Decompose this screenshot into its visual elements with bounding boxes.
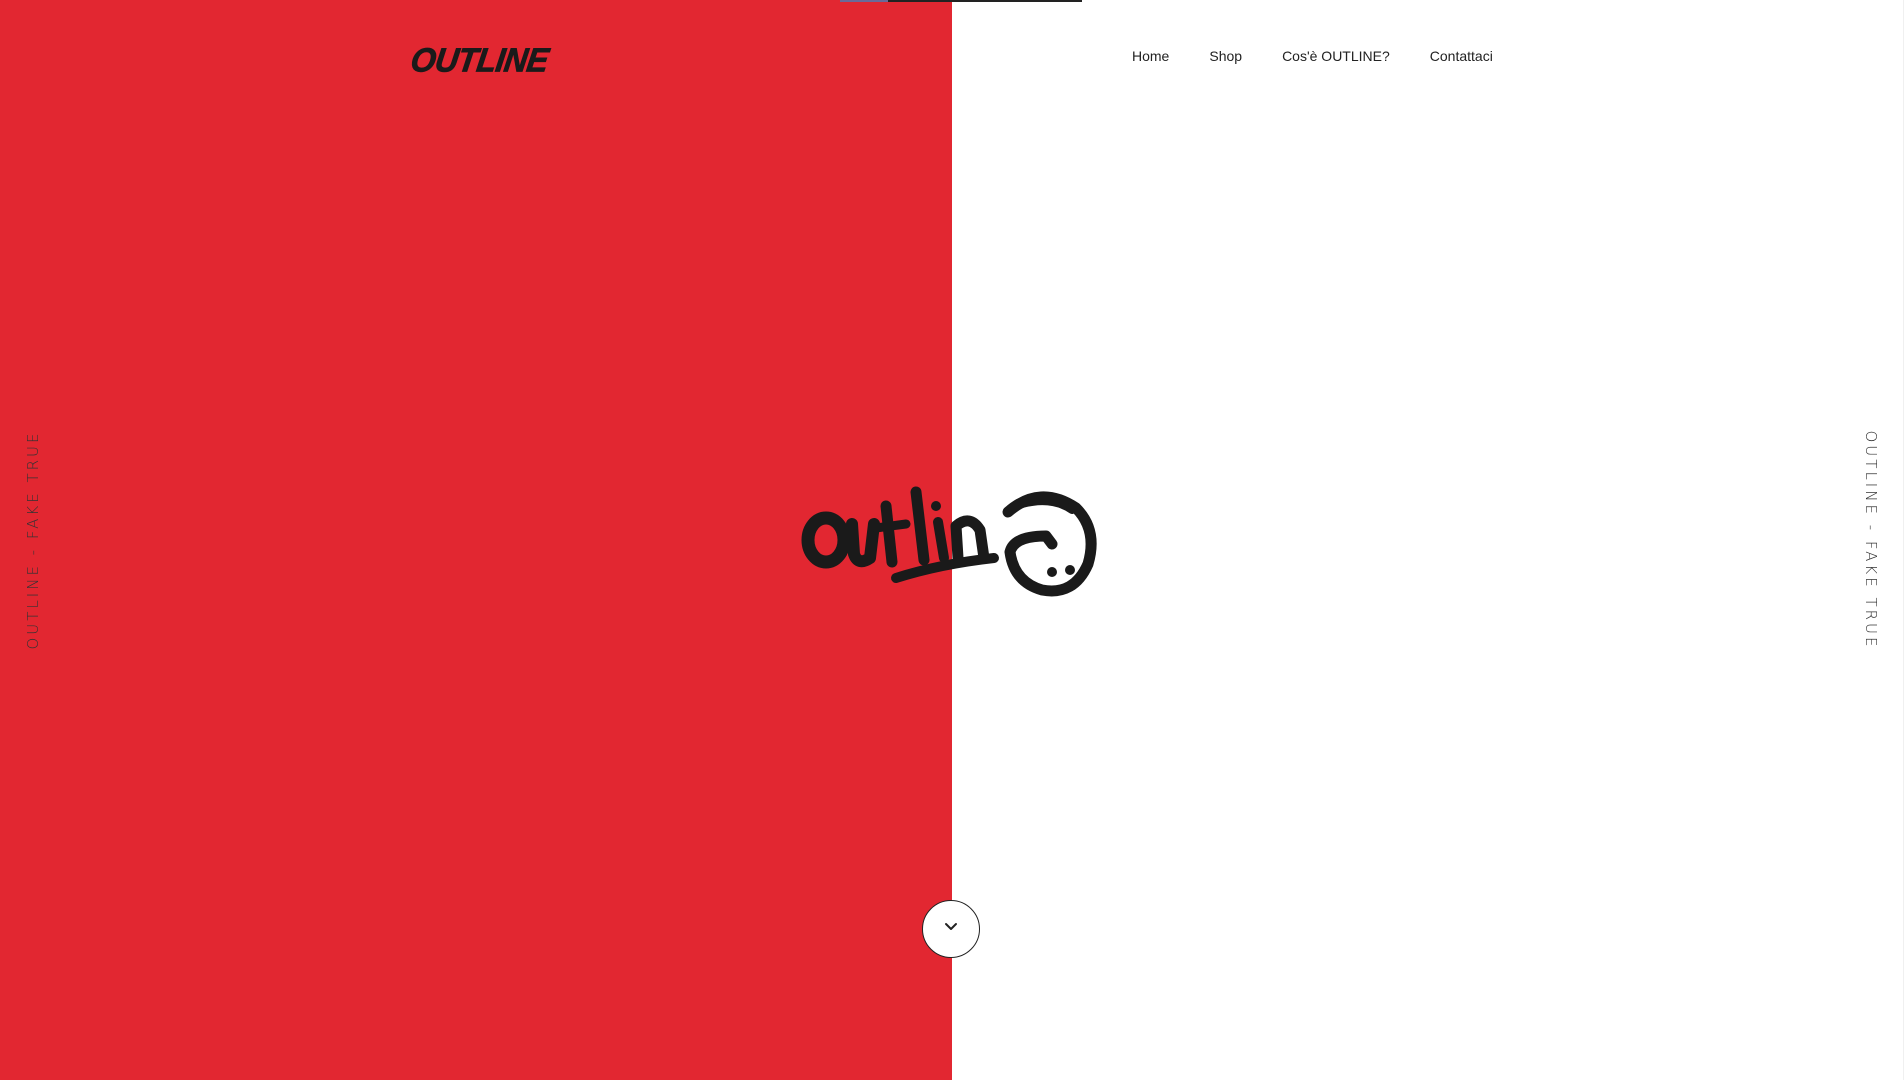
loading-bar-progress [840,0,888,2]
chevron-down-icon [945,923,957,930]
nav-about[interactable]: Cos'è OUTLINE? [1282,44,1390,68]
side-tagline-right: OUTLINE - FAKE TRUE [1862,430,1880,650]
nav-shop[interactable]: Shop [1209,44,1242,68]
scroll-down-button[interactable] [922,900,980,958]
graffiti-logo-icon [801,486,1097,597]
hero-graffiti-logo [800,478,1104,606]
nav-home[interactable]: Home [1132,44,1169,68]
page: OUTLINE Home Shop Cos'è OUTLINE? Contatt… [0,0,1904,1080]
nav-contact[interactable]: Contattaci [1430,44,1493,68]
brand-logo[interactable]: OUTLINE [408,40,551,80]
brand-logo-text: OUTLINE [408,40,551,79]
side-tagline-left: OUTLINE - FAKE TRUE [24,430,42,650]
main-nav: Home Shop Cos'è OUTLINE? Contattaci [1132,44,1493,68]
